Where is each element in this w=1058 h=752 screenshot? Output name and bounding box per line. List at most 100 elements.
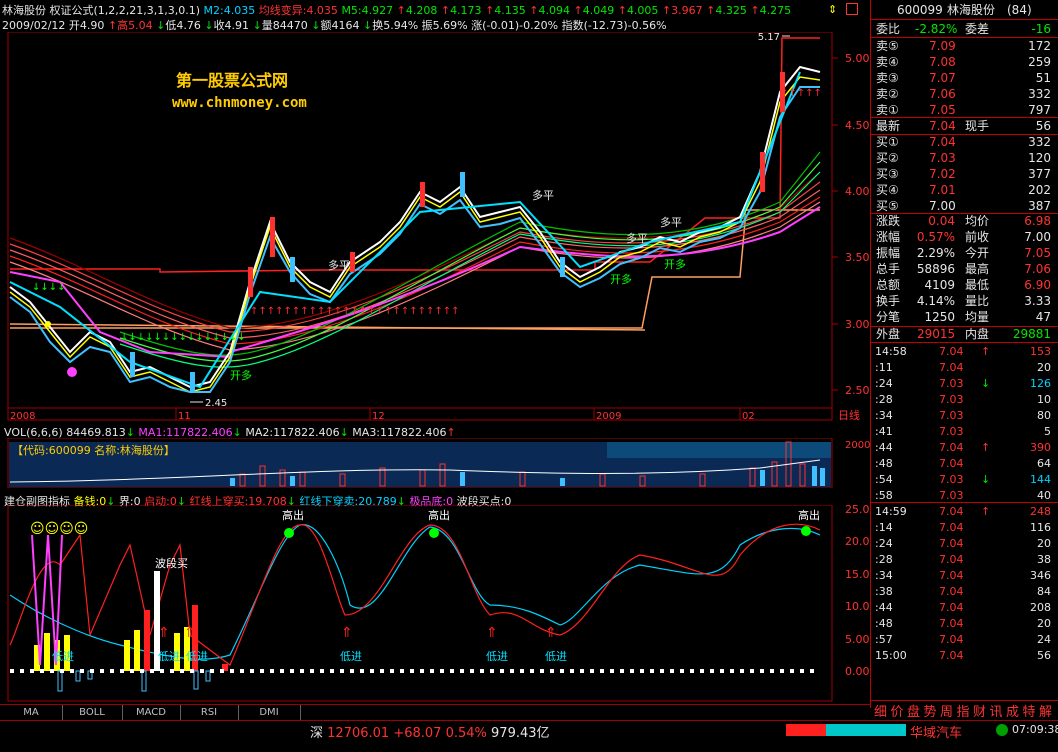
- tick-time: :48: [875, 617, 893, 630]
- stat-label: 总手: [876, 262, 901, 276]
- volume-chart[interactable]: 【代码:600099 名称:林海股份】 200000: [0, 438, 870, 488]
- ask-row[interactable]: 卖③ 7.07 51: [871, 70, 1058, 86]
- annot-duoping-1: 多平: [328, 258, 350, 272]
- info-turnover: 换5.94%: [372, 19, 419, 32]
- tab-boll[interactable]: BOLL: [62, 705, 123, 721]
- quote-tab[interactable]: 价: [891, 701, 904, 720]
- label-dijin-1: 低进: [340, 650, 362, 663]
- label-dijin-4: 低进: [158, 650, 180, 663]
- tab-rsi[interactable]: RSI: [180, 705, 239, 721]
- period-label[interactable]: 日线: [838, 408, 860, 422]
- tab-dmi[interactable]: DMI: [238, 705, 301, 721]
- smiley-icons: ☺☺☺☺: [30, 521, 88, 537]
- stat-value: 4.14%: [916, 294, 955, 308]
- svg-text:11: 11: [178, 411, 191, 422]
- ask-label: 卖②: [876, 87, 899, 101]
- tick-row: :24 7.04 20: [871, 536, 1058, 552]
- quote-name: 林海股份: [947, 3, 996, 17]
- quote-tab[interactable]: 成: [1006, 701, 1019, 720]
- tick-row: :44 7.04 ↑ 390: [871, 440, 1058, 456]
- price-axis: 5.00 4.50 4.00 3.50 3.00 2.50: [832, 52, 870, 397]
- market-index: 12706.01: [327, 726, 390, 741]
- quote-code: 600099: [897, 3, 943, 17]
- indicator-chart[interactable]: 25.00 20.00 15.00 10.00 5.00 0.00: [0, 505, 870, 703]
- stat-value: 58896: [916, 262, 955, 276]
- tick-price: 7.04: [939, 345, 964, 358]
- tick-row: :11 7.04 20: [871, 360, 1058, 376]
- quote-tab[interactable]: 指: [957, 701, 970, 720]
- stat-row: 振幅 2.29% 今开 7.05: [871, 245, 1058, 261]
- bid-row[interactable]: 买③ 7.02 377: [871, 166, 1058, 182]
- stat-value: 4109: [924, 278, 955, 292]
- tick-time: :28: [875, 553, 893, 566]
- bid-row[interactable]: 买⑤ 7.00 387: [871, 198, 1058, 214]
- tick-volume: 38: [1037, 553, 1051, 566]
- label-boduanmai: 波段买: [155, 556, 188, 570]
- stat-value: 6.90: [1024, 278, 1051, 292]
- svg-text:⇑: ⇑: [545, 625, 557, 641]
- bid-row[interactable]: 买① 7.04 332: [871, 134, 1058, 150]
- quote-tab[interactable]: 讯: [990, 701, 1003, 720]
- tick-volume: 208: [1030, 601, 1051, 614]
- ask-row[interactable]: 卖⑤ 7.09 172: [871, 38, 1058, 54]
- watermark-url: www.chnmoney.com: [172, 95, 307, 111]
- stat-value: 1250: [924, 310, 955, 324]
- quote-tab[interactable]: 势: [924, 701, 937, 720]
- weibi-row: 委比 -2.82% 委差 -16: [876, 22, 1051, 36]
- bid-label: 买③: [876, 167, 899, 181]
- stat-value: 7.06: [1024, 262, 1051, 276]
- tick-time: :38: [875, 585, 893, 598]
- label-dijin-6: 低进: [52, 650, 74, 663]
- quote-tab[interactable]: 周: [940, 701, 953, 720]
- ask-row[interactable]: 卖④ 7.08 259: [871, 54, 1058, 70]
- stat-value: 6.98: [1024, 214, 1051, 228]
- bid-row[interactable]: 买② 7.03 120: [871, 150, 1058, 166]
- ask-volume: 259: [1028, 55, 1051, 69]
- candles: [9, 65, 821, 393]
- tick-volume: 84: [1037, 585, 1051, 598]
- quote-tab[interactable]: 特: [1023, 701, 1036, 720]
- bid-row[interactable]: 买④ 7.01 202: [871, 182, 1058, 198]
- quote-tab[interactable]: 财: [973, 701, 986, 720]
- tick-row: :38 7.04 84: [871, 584, 1058, 600]
- annot-kaiduo-2: 开多: [610, 272, 632, 286]
- market-label: 深: [310, 726, 324, 741]
- stat-value: 47: [1035, 310, 1051, 324]
- svg-text:20.00: 20.00: [845, 535, 870, 548]
- bid-volume: 120: [1028, 151, 1051, 165]
- stat-row: 涨幅 0.57% 前收 7.00: [871, 229, 1058, 245]
- ask-row[interactable]: 卖① 7.05 797: [871, 102, 1058, 118]
- quote-tab[interactable]: 细: [874, 701, 887, 720]
- ind-axis: 25.00 20.00 15.00 10.00 5.00 0.00: [845, 505, 870, 678]
- tick-volume: 20: [1037, 361, 1051, 374]
- price-chart[interactable]: 5.00 4.50 4.00 3.50 3.00 2.50 ↑↑↑↑↑↑↑↑↑↑…: [0, 32, 870, 422]
- stat-label: 均价: [965, 214, 990, 228]
- svg-text:2008: 2008: [10, 411, 35, 422]
- ask-volume: 332: [1028, 87, 1051, 101]
- restore-icon[interactable]: [846, 3, 858, 15]
- label-dijin-3: 低进: [545, 650, 567, 663]
- info-open: 开4.90: [68, 19, 105, 32]
- svg-text:2009: 2009: [596, 411, 621, 422]
- tick-time: :28: [875, 393, 893, 406]
- ask-price: 7.05: [929, 103, 956, 117]
- arrows-icon[interactable]: ⇕: [828, 3, 840, 16]
- ask-row[interactable]: 卖② 7.06 332: [871, 86, 1058, 102]
- tab-ma[interactable]: MA: [0, 705, 63, 721]
- quote-tab[interactable]: 解: [1039, 701, 1052, 720]
- tick-price: 7.03: [939, 409, 964, 422]
- ask-label: 卖⑤: [876, 39, 899, 53]
- v9: 4.275: [759, 4, 792, 17]
- v2: 4.173: [450, 4, 482, 17]
- svg-text:12: 12: [372, 411, 385, 422]
- bid-volume: 387: [1028, 199, 1051, 213]
- chart-area[interactable]: 林海股份 权证公式(1,2,2,21,3,1,3,0.1) M2:4.035 均…: [0, 0, 870, 708]
- stat-label: 最低: [965, 278, 990, 292]
- v7: 3.967: [671, 4, 703, 17]
- tick-price: 7.04: [939, 601, 964, 614]
- tick-volume: 20: [1037, 537, 1051, 550]
- tab-macd[interactable]: MACD: [122, 705, 181, 721]
- tick-price: 7.04: [939, 441, 964, 454]
- ticker-text[interactable]: 华域汽车: [910, 722, 962, 741]
- quote-tab[interactable]: 盘: [907, 701, 920, 720]
